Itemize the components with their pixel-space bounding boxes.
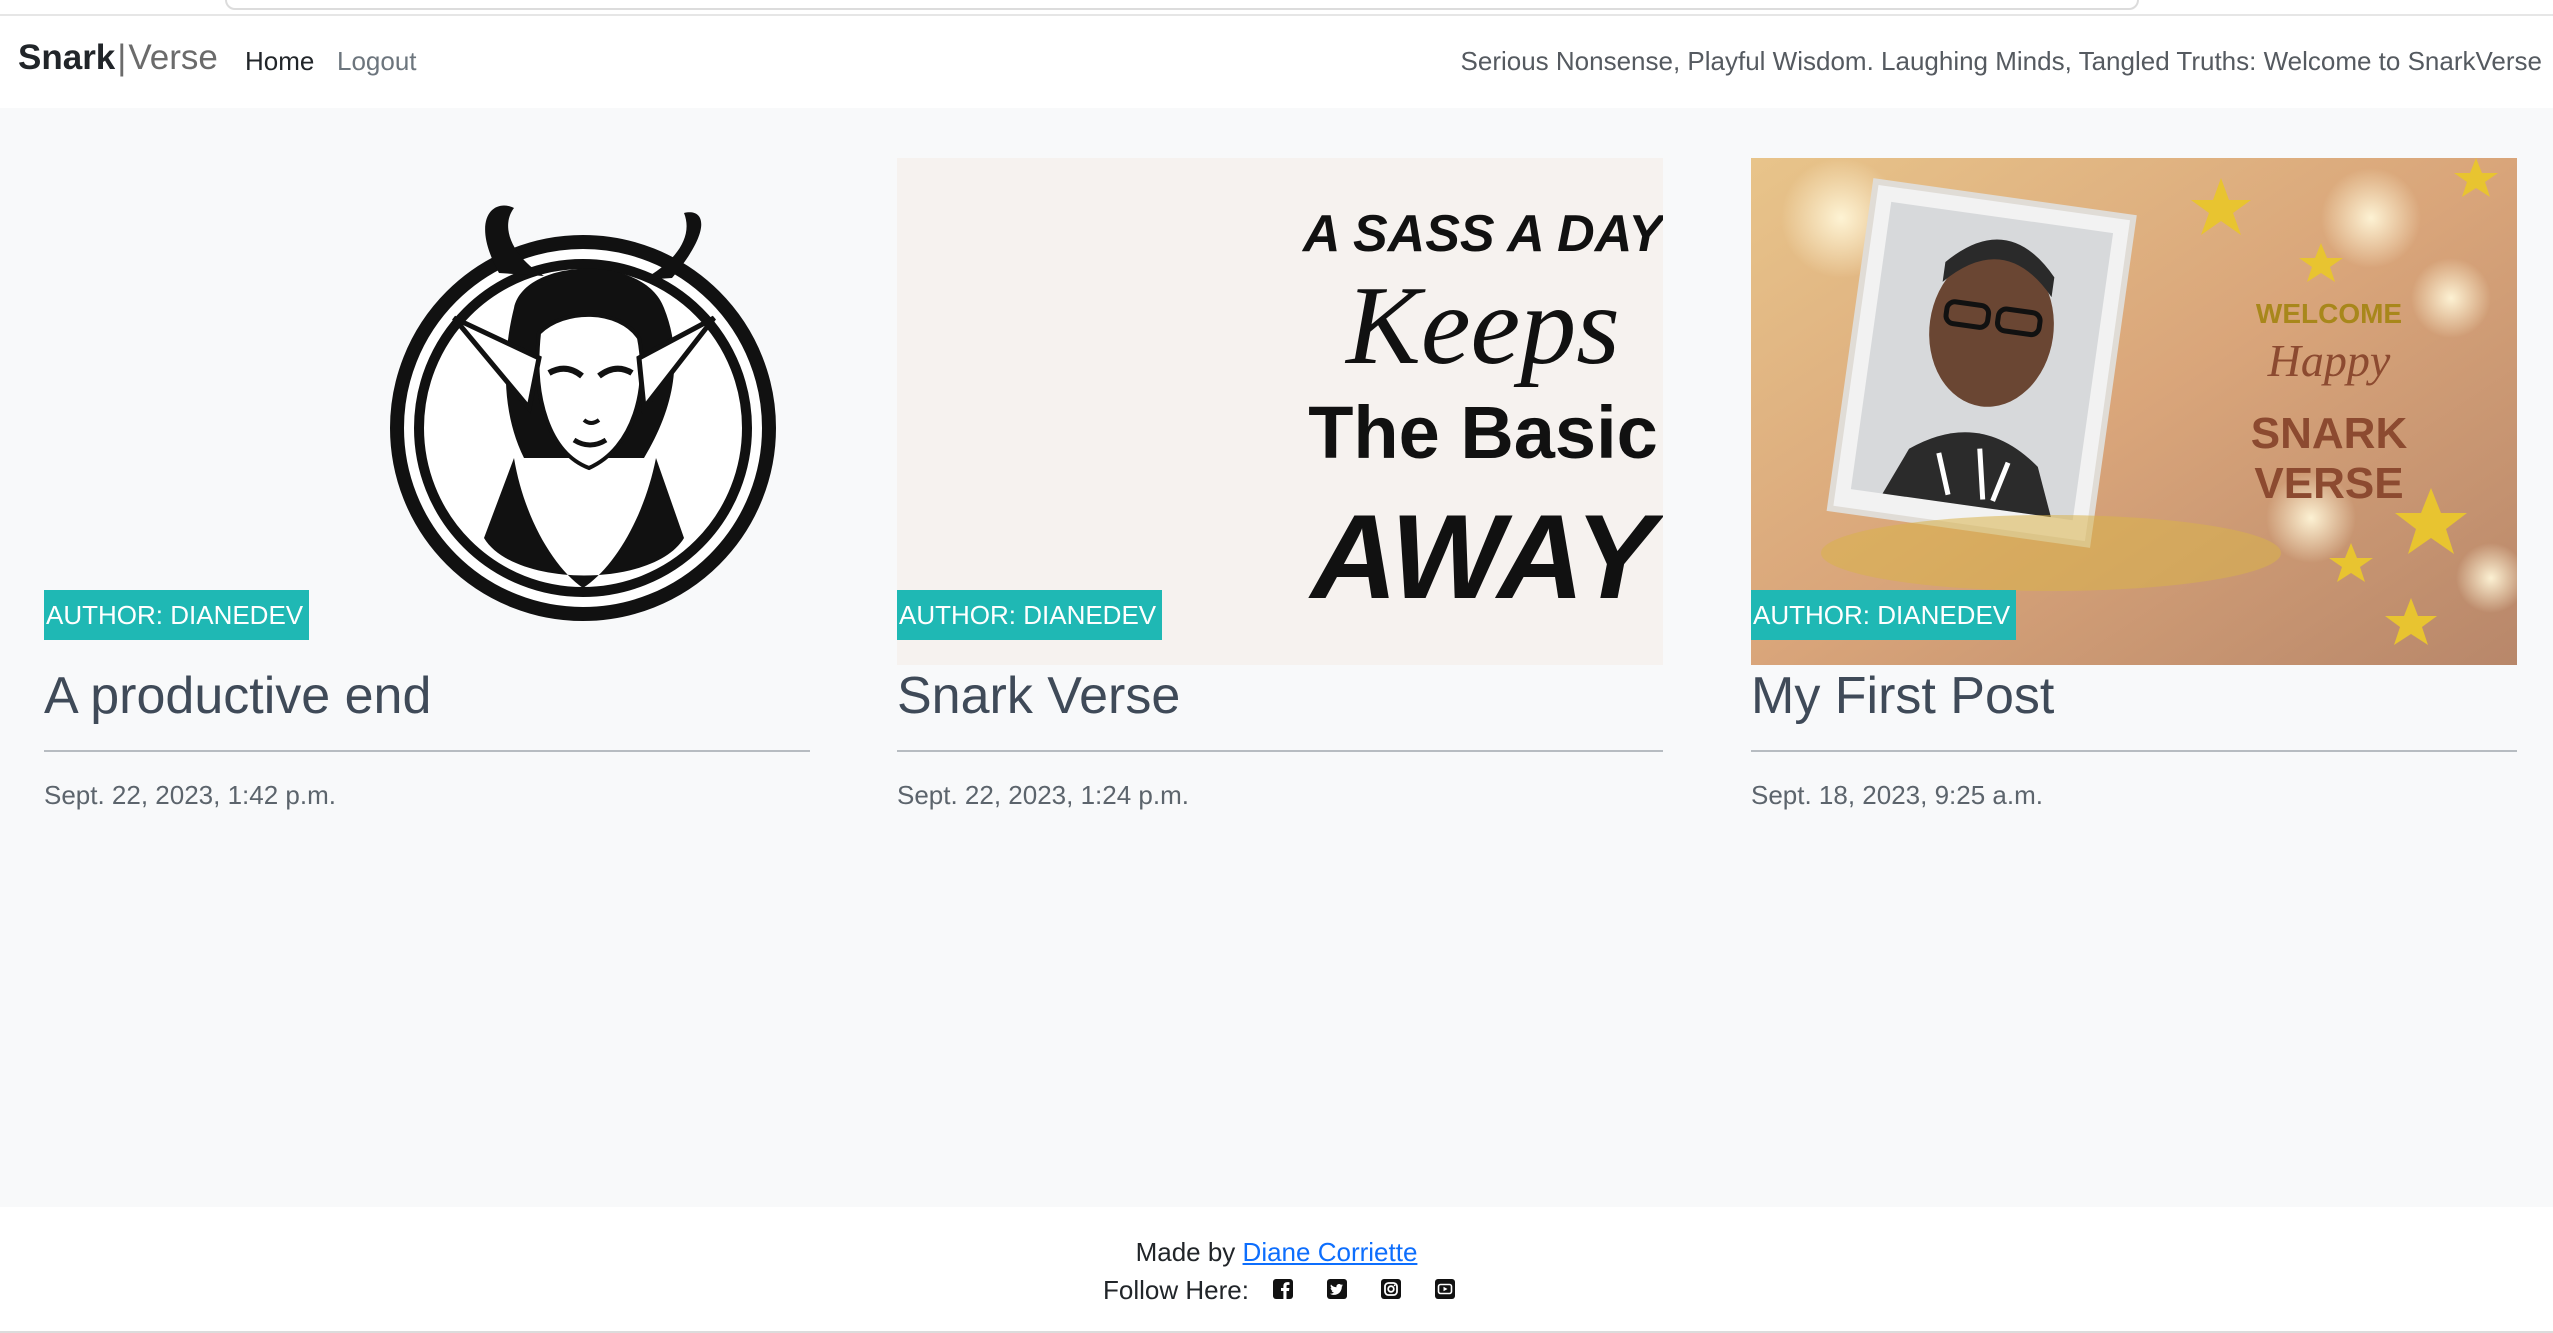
post-date: Sept. 18, 2023, 9:25 a.m. — [1751, 780, 2043, 810]
site-tagline: Serious Nonsense, Playful Wisdom. Laughi… — [1460, 46, 2542, 76]
twitter-icon[interactable] — [1325, 1277, 1349, 1301]
card-divider — [897, 750, 1663, 752]
post-card: AUTHOR: DIANEDEV A productive end Sept. … — [44, 158, 810, 810]
post-date: Sept. 22, 2023, 1:42 p.m. — [44, 780, 336, 810]
brand-separator: | — [117, 38, 127, 77]
card-divider — [44, 750, 810, 752]
navbar: Snark | Verse Home Logout Serious Nonsen… — [0, 16, 2553, 108]
instagram-icon[interactable] — [1379, 1277, 1403, 1301]
browser-address-bar-edge — [225, 0, 2139, 10]
post-card: A SASS A DAY Keeps The Basic AWAY AUTHOR… — [897, 158, 1663, 810]
made-by-line: Made by Diane Corriette — [0, 1237, 2553, 1268]
svg-text:AWAY: AWAY — [1308, 490, 1663, 624]
post-card: WELCOME Happy SNARK VERSE AUTHOR: DIANED… — [1751, 158, 2517, 810]
facebook-icon[interactable] — [1271, 1277, 1295, 1301]
welcome-photo-collage-icon: WELCOME Happy SNARK VERSE — [1751, 158, 2517, 665]
post-title[interactable]: Snark Verse — [897, 666, 1180, 726]
nav-home-link[interactable]: Home — [245, 46, 314, 77]
post-image-sass-quote[interactable]: A SASS A DAY Keeps The Basic AWAY AUTHOR… — [897, 158, 1663, 665]
post-image-horned-girl[interactable]: AUTHOR: DIANEDEV — [44, 158, 810, 665]
nav-logout-link[interactable]: Logout — [337, 46, 417, 77]
svg-text:A SASS A DAY: A SASS A DAY — [1301, 205, 1663, 263]
svg-text:The Basic: The Basic — [1308, 391, 1658, 474]
svg-text:SNARK: SNARK — [2251, 409, 2408, 458]
follow-label: Follow Here: — [1103, 1275, 1249, 1305]
youtube-icon[interactable] — [1433, 1277, 1457, 1301]
svg-text:VERSE: VERSE — [2254, 459, 2403, 508]
sass-quote-typography-icon: A SASS A DAY Keeps The Basic AWAY — [897, 158, 1663, 665]
card-divider — [1751, 750, 2517, 752]
site-footer: Made by Diane Corriette Follow Here: — [0, 1207, 2553, 1333]
author-badge[interactable]: AUTHOR: DIANEDEV — [897, 590, 1163, 640]
post-image-welcome-collage[interactable]: WELCOME Happy SNARK VERSE AUTHOR: DIANED… — [1751, 158, 2517, 665]
post-date: Sept. 22, 2023, 1:24 p.m. — [897, 780, 1189, 810]
brand-light: Verse — [128, 38, 218, 77]
author-badge[interactable]: AUTHOR: DIANEDEV — [1751, 590, 2017, 640]
svg-text:Keeps: Keeps — [1344, 264, 1620, 388]
svg-text:WELCOME: WELCOME — [2256, 298, 2402, 329]
author-link[interactable]: Diane Corriette — [1243, 1237, 1418, 1267]
author-badge[interactable]: AUTHOR: DIANEDEV — [44, 590, 310, 640]
brand-bold: Snark — [18, 38, 116, 77]
post-title[interactable]: My First Post — [1751, 666, 2054, 726]
post-title[interactable]: A productive end — [44, 666, 431, 726]
horned-girl-emblem-icon — [44, 158, 810, 665]
made-by-label: Made by — [1135, 1237, 1236, 1267]
brand-logo[interactable]: Snark | Verse — [18, 38, 218, 78]
svg-text:Happy: Happy — [2267, 335, 2391, 386]
browser-top-edge — [0, 0, 2553, 16]
